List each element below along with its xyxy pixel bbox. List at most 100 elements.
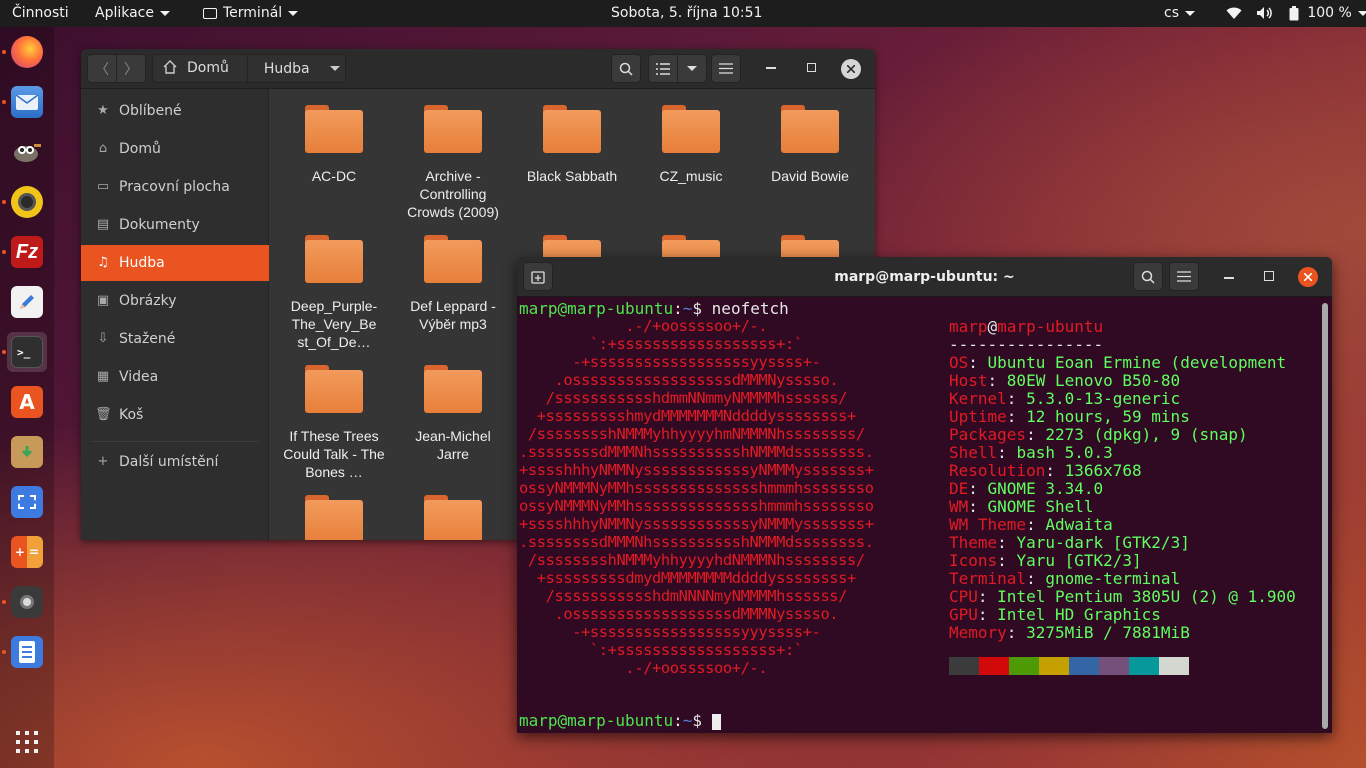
menu-button[interactable] [711, 54, 741, 83]
info-key: GPU [949, 605, 978, 624]
info-key: Shell [949, 443, 998, 462]
maximize-button[interactable] [807, 63, 816, 72]
dock-screenshot[interactable] [7, 482, 47, 522]
folder-item[interactable]: Black Sabbath [517, 105, 627, 185]
sidebar-item-pictures[interactable]: ▣ Obrázky [81, 283, 269, 319]
activities-button[interactable]: Činnosti [12, 0, 69, 27]
info-row: Uptime: 12 hours, 59 mins [949, 407, 1190, 426]
dock-software-center[interactable]: A [7, 382, 47, 422]
palette-swatch [1069, 657, 1099, 675]
rhythmbox-icon [11, 186, 43, 218]
info-key: Terminal [949, 569, 1027, 588]
hamburger-icon [719, 63, 733, 74]
running-indicator [2, 600, 6, 604]
scrollbar[interactable] [1322, 303, 1328, 729]
sidebar-item-music[interactable]: ♫ Hudba [81, 245, 269, 281]
minimize-button[interactable] [766, 67, 776, 69]
trash-icon: 🗑 [95, 407, 112, 422]
info-key: WM Theme [949, 515, 1027, 534]
logo-line: .ossssssssssssssssssdMMMNysssso. [519, 605, 839, 623]
chevron-down-icon[interactable] [329, 66, 340, 71]
clock[interactable]: Sobota, 5. října 10:51 [611, 0, 762, 27]
folder-item[interactable]: Archive - Controlling Crowds (2009) [398, 105, 508, 221]
terminal-output[interactable]: marp@marp-ubuntu:~$ neofetch .-/+oosssso… [517, 297, 1332, 733]
sidebar-item-home[interactable]: ⌂ Domů [81, 131, 269, 167]
forward-button[interactable]: 〉 [116, 54, 146, 83]
logo-line: ossyNMMMNyMMhsssssssssssssshmmmhssssssso [519, 497, 874, 515]
dock-filezilla[interactable]: Fz [7, 232, 47, 272]
search-button[interactable] [1133, 262, 1163, 291]
dock-gimp[interactable] [7, 132, 47, 172]
dock-archive-manager[interactable] [7, 432, 47, 472]
applications-menu[interactable]: Aplikace [95, 0, 170, 27]
sidebar-item-desktop[interactable]: ▭ Pracovní plocha [81, 169, 269, 205]
dock-terminal[interactable]: >_ [7, 332, 47, 372]
sidebar-item-label: Oblíbené [119, 103, 182, 119]
info-key: WM [949, 497, 969, 516]
back-button[interactable]: 〈 [87, 54, 117, 83]
app-menu-terminal[interactable]: Terminál [203, 0, 299, 27]
system-menu[interactable]: 100 % [1226, 0, 1366, 27]
info-row: WM Theme: Adwaita [949, 515, 1113, 534]
info-key: Packages [949, 425, 1027, 444]
folder-item[interactable]: Jean-Michel Jarre [398, 365, 508, 463]
folder-item[interactable] [398, 495, 508, 540]
logo-line: +sssshhhyNMMNyssssssssssssyNMMMysssssss+ [519, 461, 874, 479]
close-button[interactable] [1298, 267, 1318, 287]
folder-item[interactable]: AC-DC [279, 105, 389, 185]
logo-line: +sssshhhyNMMNyssssssssssssyNMMMysssssss+ [519, 515, 874, 533]
home-icon[interactable] [163, 59, 177, 78]
folder-item[interactable] [279, 495, 389, 540]
plus-icon: + [97, 454, 109, 469]
prompt-user: marp@marp-ubuntu [519, 299, 674, 318]
sidebar-item-trash[interactable]: 🗑 Koš [81, 397, 269, 433]
info-row: Theme: Yaru-dark [GTK2/3] [949, 533, 1190, 552]
view-options-button[interactable] [677, 54, 707, 83]
search-button[interactable] [611, 54, 641, 83]
folder-item[interactable]: CZ_music [636, 105, 746, 185]
show-applications-button[interactable] [7, 722, 47, 762]
dock-text-editor[interactable] [7, 282, 47, 322]
dock-rhythmbox[interactable] [7, 182, 47, 222]
dock-firefox[interactable] [7, 32, 47, 72]
dock-file-manager[interactable] [7, 632, 47, 672]
info-key: Icons [949, 551, 998, 570]
info-row: Icons: Yaru [GTK2/3] [949, 551, 1142, 570]
maximize-button[interactable] [1264, 271, 1274, 281]
sidebar-item-videos[interactable]: ▦ Videa [81, 359, 269, 395]
palette-swatch [1129, 657, 1159, 675]
dock-webcam[interactable] [7, 582, 47, 622]
calculator-icon: + = [11, 536, 43, 568]
dock-thunderbird[interactable] [7, 82, 47, 122]
folder-icon [424, 235, 482, 283]
folder-icon [305, 105, 363, 153]
logo-line: +sssssssssdmydMMMMMMMMddddyssssssss+ [519, 569, 857, 587]
sidebar-item-label: Dokumenty [119, 217, 200, 233]
sidebar-item-favorites[interactable]: ★ Oblíbené [81, 93, 269, 129]
logo-line: -+sssssssssssssssssyyyssss+- [519, 623, 821, 641]
sidebar-item-other-locations[interactable]: + Další umístění [81, 444, 269, 480]
folder-name: If These Trees Could Talk - The Bones … [283, 428, 385, 480]
sidebar-item-downloads[interactable]: ⇩ Stažené [81, 321, 269, 357]
info-key: Kernel [949, 389, 1007, 408]
info-row: Packages: 2273 (dpkg), 9 (snap) [949, 425, 1248, 444]
close-button[interactable] [841, 59, 861, 79]
minimize-button[interactable] [1224, 277, 1234, 279]
folder-item[interactable]: Deep_Purple-The_Very_Best_Of_De… [279, 235, 389, 351]
archive-manager-icon [11, 436, 43, 468]
path-segment-home[interactable]: Domů [187, 55, 248, 82]
folder-item[interactable]: David Bowie [755, 105, 865, 185]
webcam-icon [11, 586, 43, 618]
files-headerbar: 〈 〉 Domů Hudba [81, 49, 875, 89]
folder-item[interactable]: Def Leppard - Výběr mp3 [398, 235, 508, 333]
dock-calculator[interactable]: + = [7, 532, 47, 572]
keyboard-layout-menu[interactable]: cs [1164, 0, 1195, 27]
sidebar-item-documents[interactable]: ▤ Dokumenty [81, 207, 269, 243]
view-list-button[interactable] [648, 54, 678, 83]
star-icon: ★ [97, 103, 109, 118]
path-segment-music[interactable]: Hudba [264, 61, 310, 77]
folder-icon [543, 105, 601, 153]
menu-button[interactable] [1169, 262, 1199, 291]
logo-line: /ssssssssssshdmmNNmmyNMMMMhssssss/ [519, 389, 848, 407]
folder-item[interactable]: If These Trees Could Talk - The Bones … [279, 365, 389, 481]
